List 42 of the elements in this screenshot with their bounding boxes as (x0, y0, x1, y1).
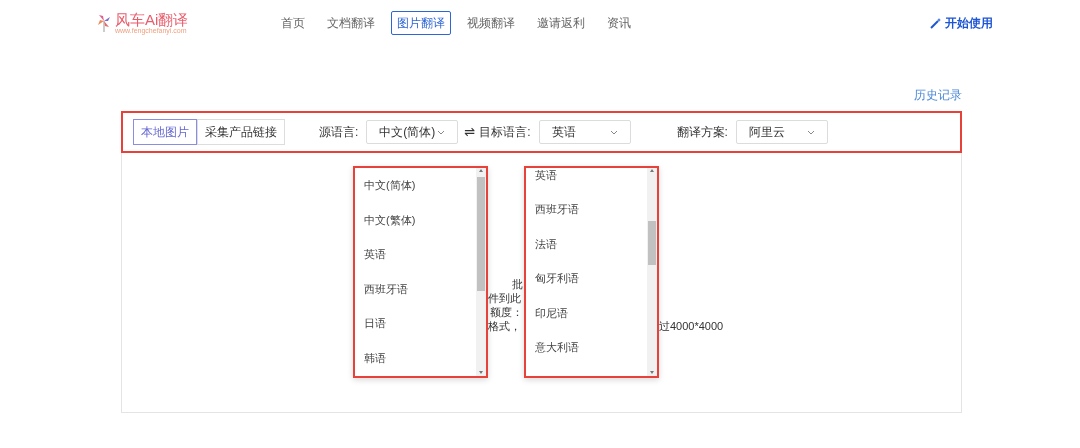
select-label: 翻译方案: (676, 124, 728, 141)
nav-link-item[interactable]: 图片翻译 (391, 11, 451, 35)
select-label: 源语言: (319, 124, 359, 141)
hint-text: 批 (512, 277, 523, 291)
nav-link-item[interactable]: 视频翻译 (461, 11, 521, 35)
nav-link-item[interactable]: 首页 (275, 11, 311, 35)
nav-link-item[interactable]: 邀请返利 (531, 11, 591, 35)
dropdown-option[interactable]: 日语 (355, 306, 476, 341)
magic-wand-icon (930, 17, 941, 29)
dropdown-option[interactable]: 法语 (526, 226, 647, 261)
dropdown-option[interactable]: 西班牙语 (526, 192, 647, 227)
nav-link-item[interactable]: 资讯 (601, 11, 637, 35)
scrollbar[interactable] (476, 168, 486, 376)
scrollbar[interactable] (647, 168, 657, 376)
dropdown-option[interactable]: 中文(繁体) (355, 202, 476, 237)
source-tab[interactable]: 本地图片 (133, 119, 197, 145)
dropdown-option[interactable]: 英语 (526, 168, 647, 182)
select-field[interactable]: 英语 (538, 120, 631, 144)
dropdown-option[interactable]: 韩语 (355, 340, 476, 375)
chevron-down-icon (609, 129, 618, 135)
dropdown-option[interactable]: 英语 (355, 237, 476, 272)
dropdown-option[interactable]: 西班牙语 (355, 271, 476, 306)
history-link[interactable]: 历史记录 (914, 86, 962, 104)
start-button[interactable]: 开始使用 (930, 14, 993, 32)
logo-text: 风车Ai翻译 (115, 12, 189, 27)
swap-icon[interactable]: ⇌ (464, 122, 476, 142)
chevron-down-icon (806, 129, 815, 135)
pinwheel-logo-icon (97, 14, 111, 32)
hint-text: 件到此 (488, 291, 521, 305)
hint-text: 格式， (488, 319, 521, 333)
dropdown-option[interactable]: 意大利语 (526, 330, 647, 365)
hint-text: 过4000*4000 (659, 319, 724, 333)
chevron-down-icon (437, 129, 446, 135)
dropdown-option[interactable]: 中文(简体) (355, 168, 476, 203)
select-field[interactable]: 阿里云 (735, 120, 828, 144)
select-field[interactable]: 中文(简体) (366, 120, 459, 144)
nav-link-item[interactable]: 文档翻译 (321, 11, 381, 35)
select-label: 目标语言: (479, 124, 531, 141)
source-tab[interactable]: 采集产品链接 (197, 119, 285, 145)
hint-text: 额度： (490, 305, 523, 319)
dropdown-option[interactable]: 匈牙利语 (526, 261, 647, 296)
dropdown-option[interactable]: 印尼语 (526, 295, 647, 330)
